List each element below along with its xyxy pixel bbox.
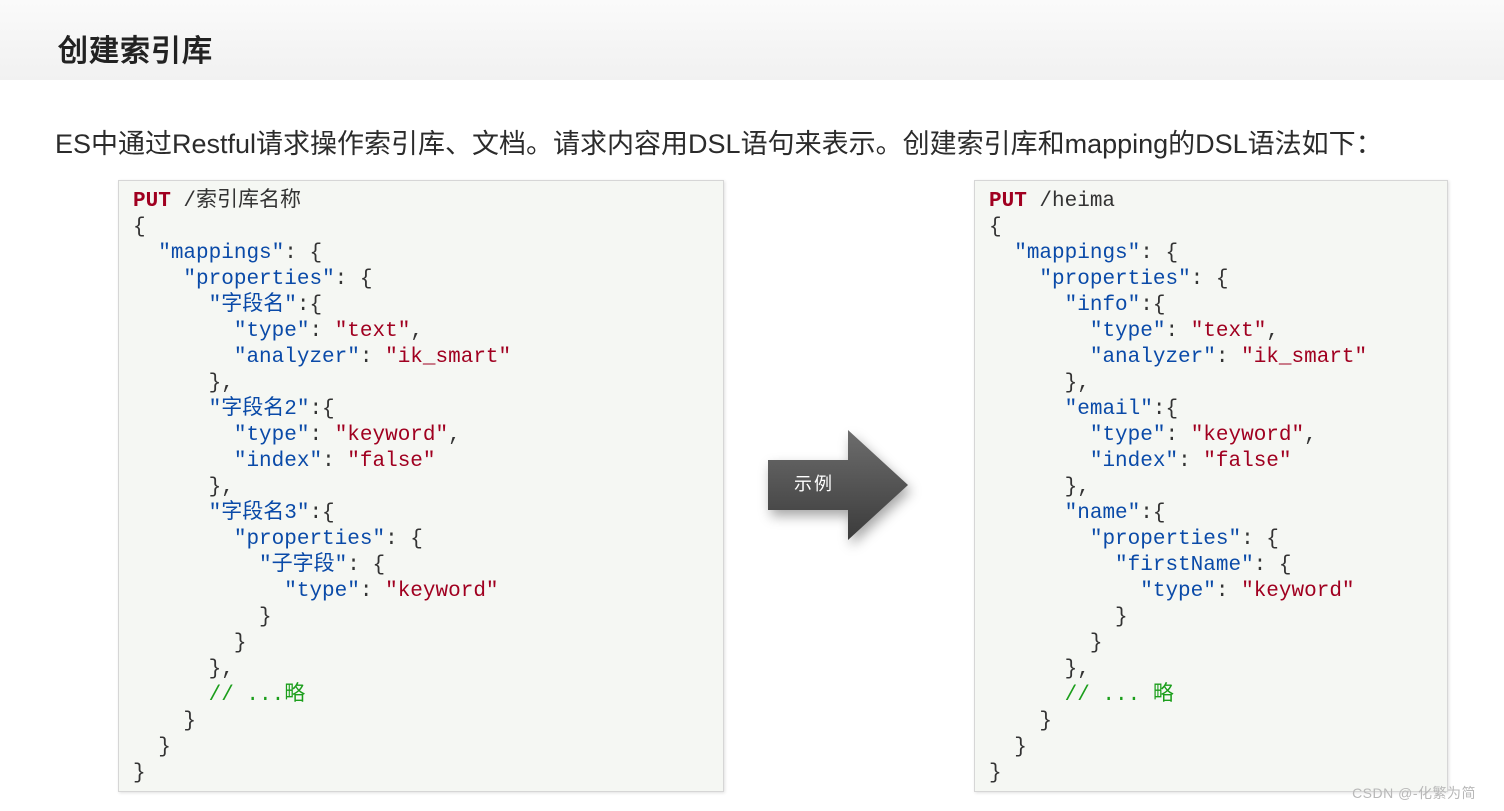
example-arrow: 示例 xyxy=(768,420,908,560)
code-pre-right: PUT /heima { "mappings": { "properties":… xyxy=(989,189,1437,787)
arrow-label: 示例 xyxy=(780,470,848,496)
code-comment: // ... 略 xyxy=(1065,684,1174,707)
code-block-example: PUT /heima { "mappings": { "properties":… xyxy=(974,180,1448,792)
request-path: /heima xyxy=(1039,190,1115,213)
request-path: /索引库名称 xyxy=(183,190,301,213)
code-pre-left: PUT /索引库名称 { "mappings": { "properties":… xyxy=(133,189,713,787)
page-title: 创建索引库 xyxy=(58,26,213,70)
watermark: CSDN @-化繁为简 xyxy=(1352,783,1476,803)
http-method: PUT xyxy=(133,190,171,213)
description-text: ES中通过Restful请求操作索引库、文档。请求内容用DSL语句来表示。创建索… xyxy=(55,122,1383,161)
code-comment: // ...略 xyxy=(209,684,306,707)
http-method: PUT xyxy=(989,190,1027,213)
code-block-template: PUT /索引库名称 { "mappings": { "properties":… xyxy=(118,180,724,792)
slide-header-band xyxy=(0,0,1504,80)
